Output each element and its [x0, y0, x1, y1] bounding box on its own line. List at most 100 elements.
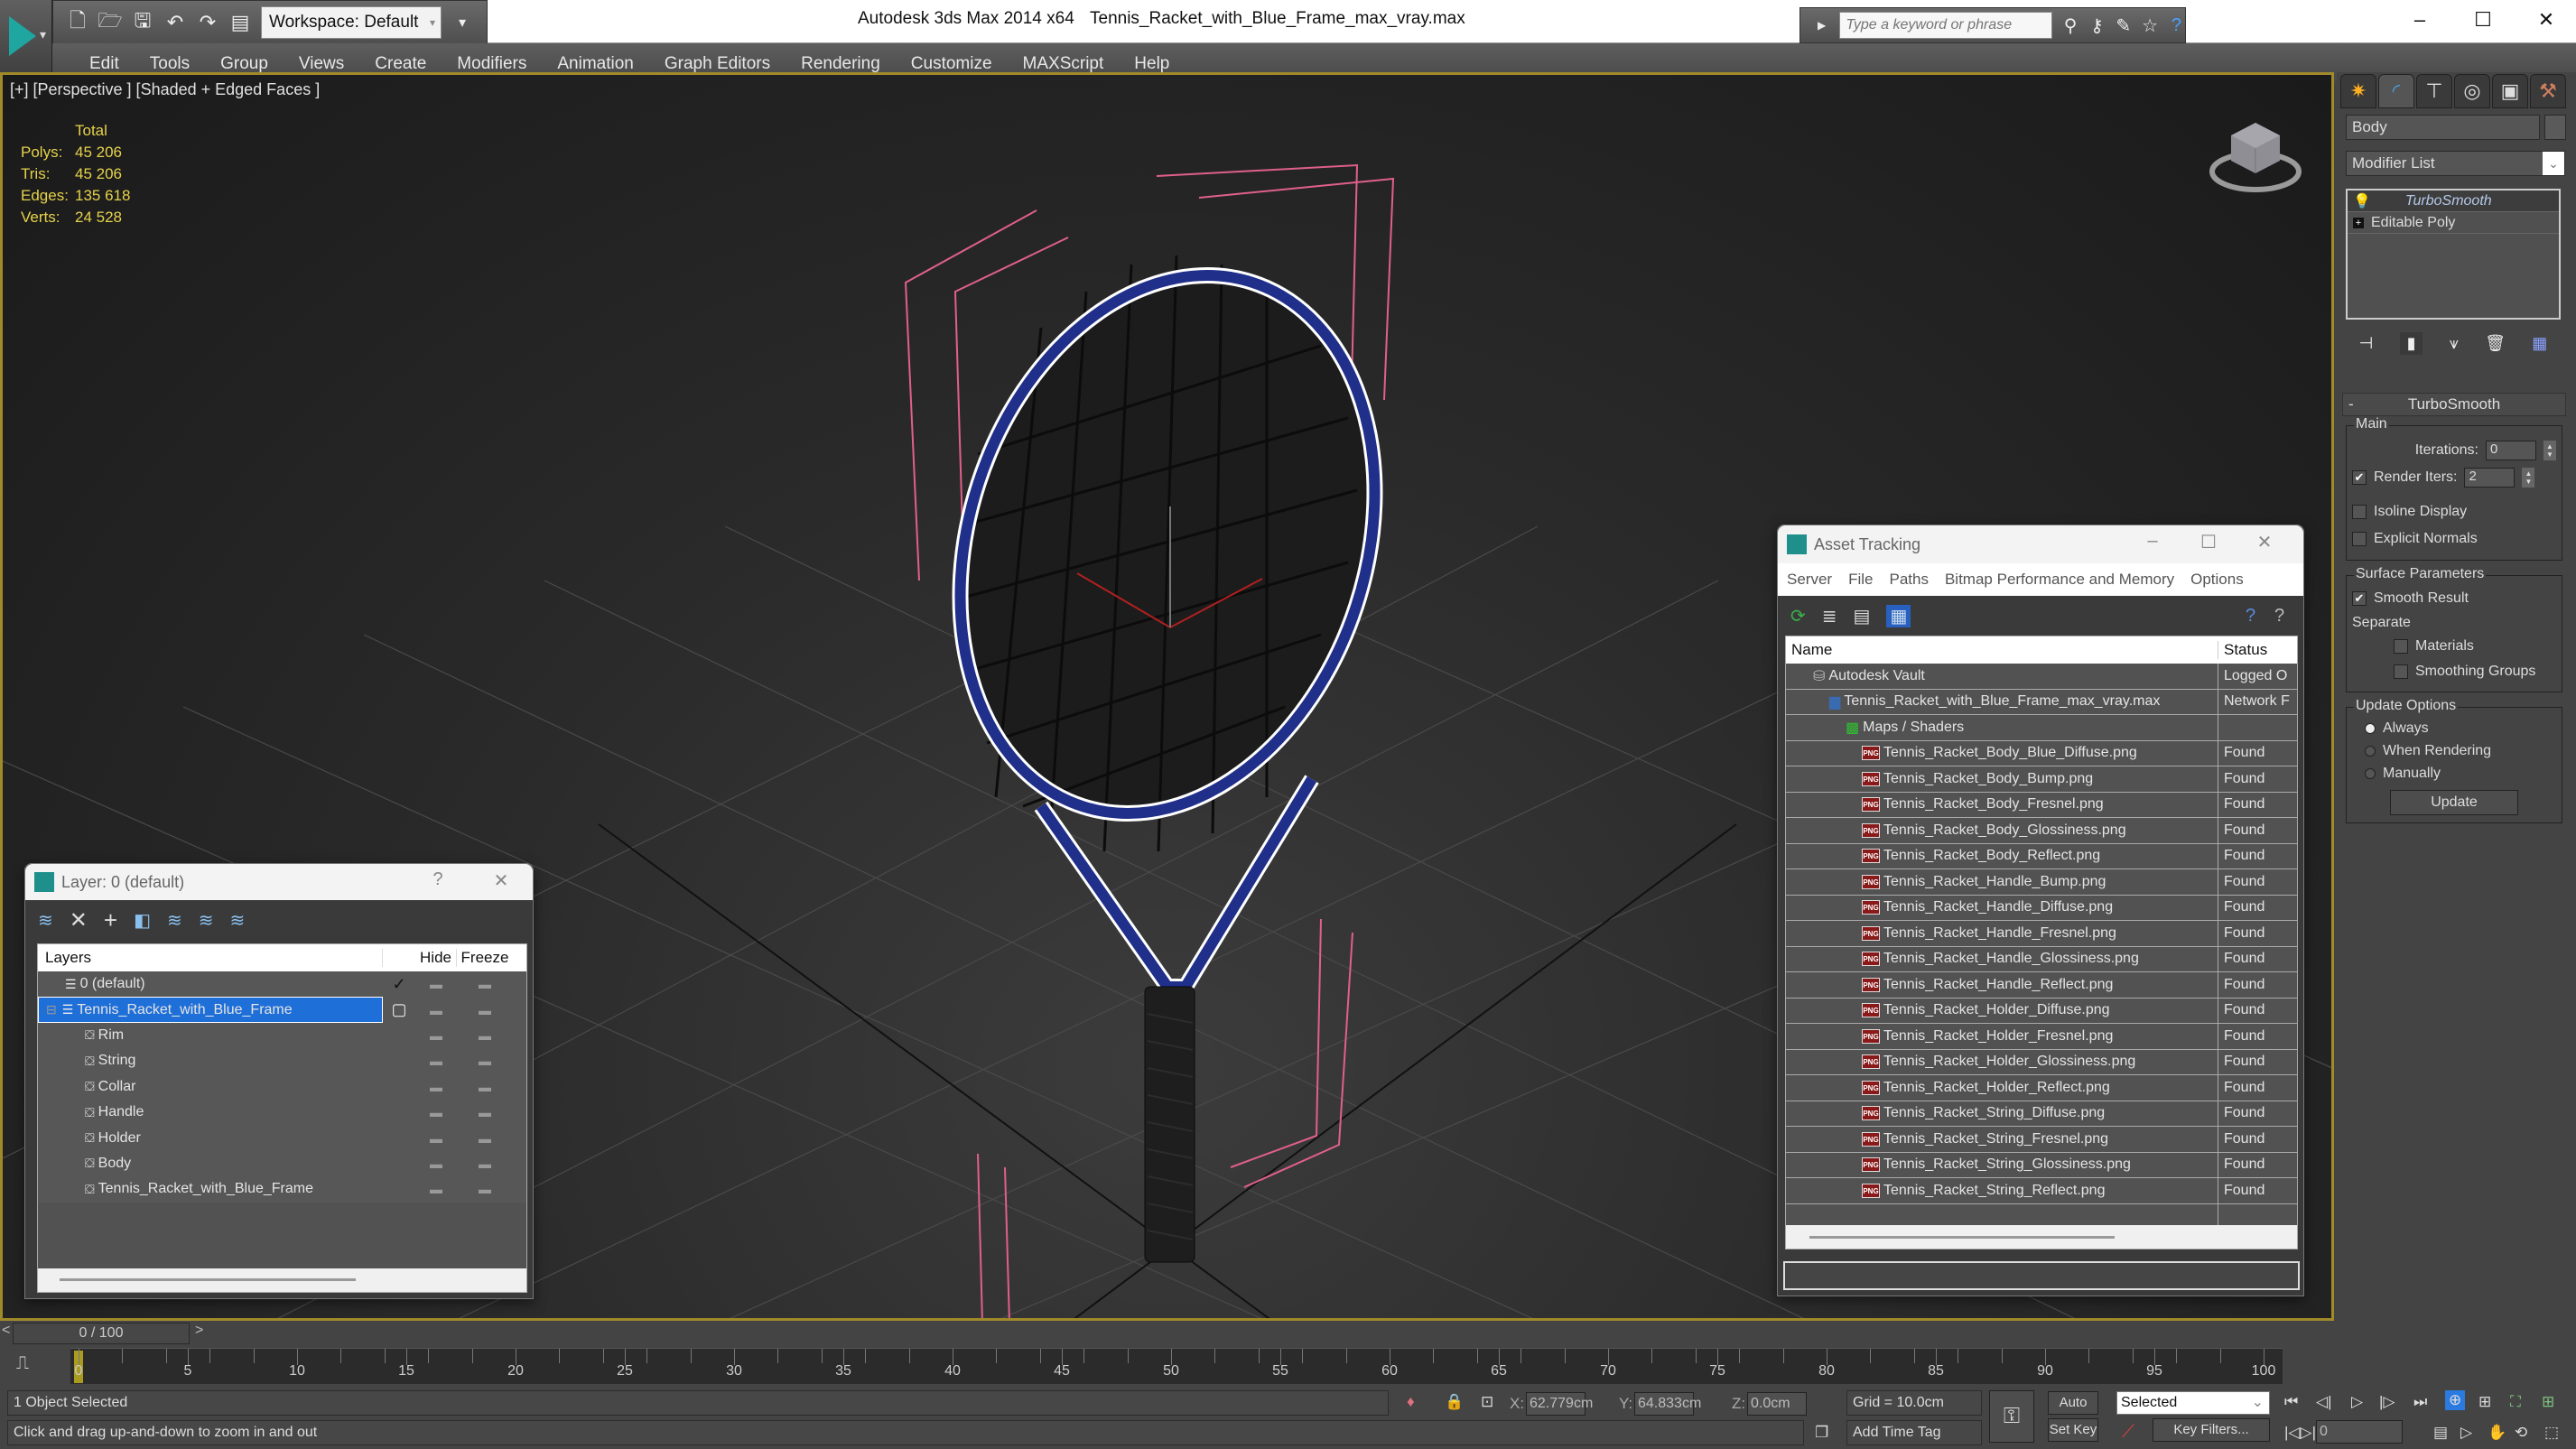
time-slider-thumb[interactable]: 0 / 100	[13, 1323, 190, 1344]
asset-row[interactable]: PNG Tennis_Racket_Body_Reflect.png Found	[1786, 843, 2297, 869]
current-frame-field[interactable]: 0	[2316, 1420, 2403, 1444]
close-button[interactable]: ✕	[2251, 531, 2278, 553]
layer-object-row[interactable]: ⛋ Collar ▬ ▬	[38, 1074, 526, 1100]
stack-item-editable-poly[interactable]: + Editable Poly	[2348, 212, 2559, 234]
binoculars-icon[interactable]: ⚲	[2061, 14, 2078, 37]
menu-customize[interactable]: Customize	[896, 54, 1008, 74]
close-button[interactable]: ✕	[488, 869, 515, 892]
configure-modifier-sets-icon[interactable]: ▦	[2532, 334, 2547, 353]
asset-row[interactable]: PNG Tennis_Racket_Body_Fresnel.png Found	[1786, 792, 2297, 818]
hide-toggle[interactable]: ▬	[415, 1080, 457, 1094]
asset-row[interactable]: PNG Tennis_Racket_Holder_Diffuse.png Found	[1786, 998, 2297, 1024]
open-file-icon[interactable]: 🗁	[98, 9, 122, 35]
manually-radio[interactable]	[2365, 767, 2376, 779]
asset-row[interactable]: PNG Tennis_Racket_Handle_Bump.png Found	[1786, 869, 2297, 896]
menu-group[interactable]: Group	[205, 54, 284, 74]
asset-row[interactable]: PNG Tennis_Racket_Body_Glossiness.png Foun…	[1786, 818, 2297, 844]
hide-toggle[interactable]: ▬	[415, 1156, 457, 1171]
stack-item-turbosmooth[interactable]: 💡 TurboSmooth	[2348, 190, 2559, 212]
zoom-icon[interactable]: ⊕	[2445, 1390, 2466, 1410]
asset-row[interactable]: PNG Tennis_Racket_Holder_Glossiness.png Fo…	[1786, 1049, 2297, 1075]
layer-object-row[interactable]: ⛋ Tennis_Racket_with_Blue_Frame ▬ ▬	[38, 1176, 526, 1202]
time-tag-icon[interactable]: ❐	[1815, 1424, 1828, 1442]
hide-toggle[interactable]: ▬	[415, 1054, 457, 1068]
set-keys-key-icon[interactable]: ⚿	[1989, 1390, 2034, 1443]
add-time-tag-button[interactable]: Add Time Tag	[1846, 1420, 1982, 1445]
freeze-toggle[interactable]: ▬	[457, 1080, 513, 1094]
selection-lock-icon[interactable]: 🔒	[1445, 1393, 1464, 1411]
dialog-titlebar[interactable]: Asset Tracking – ☐ ✕	[1778, 525, 2303, 563]
at-menu-file[interactable]: File	[1848, 571, 1873, 589]
set-current-layer-toggle[interactable]: ▢	[383, 1000, 415, 1019]
object-color-swatch[interactable]	[2544, 115, 2566, 140]
asset-row[interactable]: ⛁ Autodesk Vault Logged O	[1786, 664, 2297, 690]
asset-row[interactable]: ▆ Tennis_Racket_with_Blue_Frame_max_vray.…	[1786, 689, 2297, 715]
modify-tab[interactable]: ◜	[2378, 74, 2414, 108]
horizontal-scrollbar[interactable]	[38, 1268, 526, 1292]
display-tab[interactable]: ▣	[2492, 74, 2528, 108]
zoom-extents-all-icon[interactable]: ⊞	[2542, 1393, 2554, 1411]
pin-stack-icon[interactable]: ⊣	[2359, 334, 2374, 353]
hide-toggle[interactable]: ▬	[415, 1105, 457, 1119]
column-header-freeze[interactable]: Freeze	[457, 949, 513, 967]
asset-row[interactable]: PNG Tennis_Racket_String_Diffuse.png Found	[1786, 1101, 2297, 1127]
close-button[interactable]: ✕	[2519, 4, 2573, 36]
when-rendering-radio[interactable]	[2365, 745, 2376, 757]
key-filters-button[interactable]: Key Filters...	[2153, 1418, 2270, 1442]
help-button[interactable]: ?	[424, 869, 451, 890]
horizontal-scrollbar[interactable]	[1786, 1225, 2297, 1249]
absolute-mode-icon[interactable]: ⊡	[1481, 1393, 1493, 1411]
layer-object-row[interactable]: ⛋ Holder ▬ ▬	[38, 1125, 526, 1150]
freeze-toggle[interactable]: ▬	[457, 977, 513, 991]
at-menu-paths[interactable]: Paths	[1889, 571, 1928, 589]
new-file-icon[interactable]: 🗋	[66, 9, 89, 35]
menu-tools[interactable]: Tools	[135, 54, 205, 74]
at-menu-server[interactable]: Server	[1787, 571, 1832, 589]
key-icon[interactable]: ⚷	[2088, 14, 2106, 37]
select-objects-in-layer-icon[interactable]: ◧	[134, 909, 151, 932]
workspace-dropdown[interactable]: Workspace: Default ▾	[261, 6, 442, 39]
table-view-icon[interactable]: ▦	[1886, 604, 1911, 627]
prev-frame-button[interactable]: <	[2, 1323, 10, 1339]
undo-icon[interactable]: ↶	[163, 10, 187, 35]
isoline-display-checkbox[interactable]	[2352, 505, 2367, 519]
asset-row[interactable]: PNG Tennis_Racket_Holder_Reflect.png Found	[1786, 1075, 2297, 1101]
asset-row[interactable]: PNG Tennis_Racket_Holder_Fresnel.png Found	[1786, 1024, 2297, 1050]
lightbulb-icon[interactable]: 💡	[2353, 192, 2371, 210]
hierarchy-tab[interactable]: ⊤	[2416, 74, 2452, 108]
list-view-icon[interactable]: ≣	[1822, 605, 1837, 627]
asset-row[interactable]: PNG Tennis_Racket_Handle_Reflect.png Found	[1786, 972, 2297, 999]
expand-arrow-icon[interactable]: ▶	[1813, 19, 1830, 32]
search-input[interactable]	[1839, 12, 2053, 39]
next-frame-icon[interactable]: |▷	[2379, 1393, 2395, 1411]
time-configuration-icon[interactable]: ▤	[2433, 1424, 2448, 1442]
render-iters-checkbox[interactable]: ✔	[2352, 470, 2367, 485]
layer-object-row[interactable]: ⛋ Handle ▬ ▬	[38, 1100, 526, 1125]
go-to-start-icon[interactable]: ⏮	[2284, 1393, 2298, 1411]
save-icon[interactable]: 🖫	[131, 9, 154, 35]
utilities-tab[interactable]: ⚒	[2530, 74, 2566, 108]
x-coordinate-field[interactable]: 62.779cm	[1526, 1392, 1593, 1416]
thumbnail-view-icon[interactable]: ▤	[1854, 605, 1871, 627]
next-frame-button[interactable]: >	[195, 1323, 203, 1339]
minimize-button[interactable]: –	[2139, 531, 2166, 552]
delete-layer-icon[interactable]: ✕	[70, 907, 88, 933]
previous-frame-icon[interactable]: ◁|	[2316, 1393, 2332, 1411]
set-key-button[interactable]: Set Key	[2048, 1418, 2098, 1442]
curve-editor-icon[interactable]: ⎍	[16, 1353, 29, 1374]
isolate-selection-icon[interactable]: ♦	[1407, 1393, 1415, 1411]
highlight-selected-layer-icon[interactable]: ≋	[167, 909, 182, 932]
hide-toggle[interactable]: ▬	[415, 1182, 457, 1196]
freeze-toggle[interactable]: ▬	[457, 1131, 513, 1146]
hide-toggle[interactable]: ▬	[415, 977, 457, 991]
menu-animation[interactable]: Animation	[542, 54, 649, 74]
key-mode-toggle-icon[interactable]: |◁▷|	[2284, 1424, 2316, 1442]
key-mode-dropdown[interactable]: Selected ⌄	[2116, 1391, 2270, 1415]
asset-row[interactable]: PNG Tennis_Racket_String_Fresnel.png Found	[1786, 1127, 2297, 1153]
current-layer-checkmark-icon[interactable]: ✓	[383, 975, 415, 994]
motion-tab[interactable]: ◎	[2454, 74, 2490, 108]
iterations-spinner[interactable]: 0	[2486, 441, 2536, 460]
layer-row[interactable]: ☰ 0 (default) ✓ ▬ ▬	[38, 971, 526, 997]
dialog-titlebar[interactable]: Layer: 0 (default) ? ✕	[25, 864, 533, 900]
asset-row[interactable]: PNG Tennis_Racket_Body_Blue_Diffuse.png Fo…	[1786, 740, 2297, 766]
